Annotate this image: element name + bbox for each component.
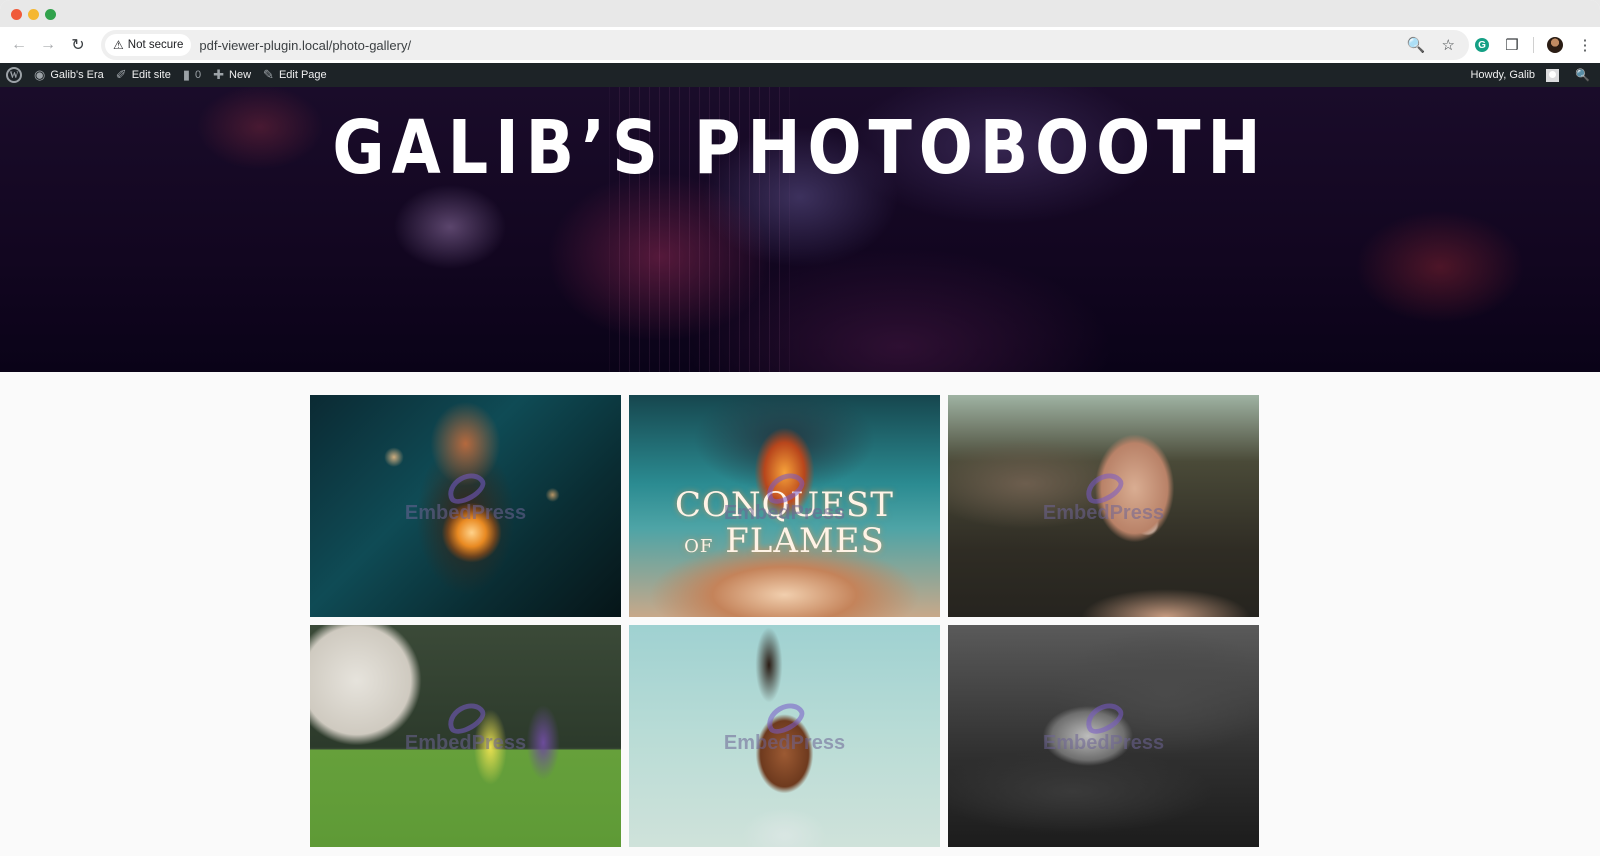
watermark: EmbedPress — [1042, 501, 1165, 524]
puzzle-icon[interactable]: ❒ — [1497, 30, 1527, 60]
forward-button[interactable]: → — [33, 30, 63, 60]
browser-window: ← → ↻ ⚠ Not secure pdf-viewer-plugin.loc… — [0, 0, 1600, 856]
comment-icon: ▮ — [182, 67, 190, 82]
gallery-item[interactable]: CONQUEST OF FLAMES EmbedPress — [629, 395, 940, 617]
warning-icon: ⚠ — [113, 38, 124, 52]
gallery-item[interactable]: EmbedPress — [310, 395, 621, 617]
user-avatar — [1546, 68, 1560, 82]
site-name-menu[interactable]: ◉ Galib's Era — [28, 63, 110, 87]
gallery-item[interactable]: EmbedPress — [948, 625, 1259, 847]
embedpress-logo-icon — [1079, 466, 1128, 510]
embedpress-logo-icon — [441, 466, 490, 510]
grammarly-button[interactable]: G — [1467, 30, 1497, 60]
address-bar[interactable]: ⚠ Not secure pdf-viewer-plugin.local/pho… — [101, 30, 1469, 60]
maximize-window-button[interactable] — [45, 9, 56, 20]
new-content-menu[interactable]: ✚ New — [207, 63, 257, 87]
grammarly-icon: G — [1475, 38, 1489, 52]
minimize-window-button[interactable] — [28, 9, 39, 20]
star-icon[interactable]: ☆ — [1442, 36, 1455, 54]
toolbar-divider — [1533, 37, 1534, 53]
hero-banner: GALIB’S PHOTOBOOTH — [0, 87, 1600, 372]
comments-count: 0 — [195, 69, 202, 81]
security-label: Not secure — [127, 39, 184, 51]
watermark: EmbedPress — [1042, 731, 1165, 754]
search-icon[interactable]: 🔍 — [1565, 68, 1600, 82]
edit-page-link[interactable]: ✎ Edit Page — [257, 63, 333, 87]
comments-link[interactable]: ▮ 0 — [177, 63, 207, 87]
wp-admin-bar: W ◉ Galib's Era ✐ Edit site ▮ 0 ✚ New ✎ Edit … — [0, 63, 1600, 87]
browser-toolbar: ← → ↻ ⚠ Not secure pdf-viewer-plugin.loc… — [0, 27, 1600, 63]
wordpress-icon: W — [6, 67, 22, 83]
watermark: EmbedPress — [404, 731, 527, 754]
arrow-left-icon: ← — [11, 36, 27, 53]
watermark: EmbedPress — [404, 501, 527, 524]
embedpress-logo-icon — [441, 696, 490, 740]
gallery-item[interactable]: EmbedPress — [310, 625, 621, 847]
extensions-area: G ❒ ⋮ — [1467, 30, 1600, 60]
gallery-item[interactable]: EmbedPress — [629, 625, 940, 847]
zoom-out-icon[interactable]: 🔍 — [1407, 36, 1426, 54]
site-name: Galib's Era — [50, 69, 104, 81]
url-text[interactable]: pdf-viewer-plugin.local/photo-gallery/ — [199, 38, 411, 53]
embedpress-logo-icon — [1079, 696, 1128, 740]
wp-logo-menu[interactable]: W — [0, 63, 28, 87]
reload-button[interactable]: ↻ — [63, 30, 93, 60]
security-chip[interactable]: ⚠ Not secure — [105, 34, 192, 56]
dashboard-icon: ◉ — [34, 67, 46, 82]
watermark: EmbedPress — [723, 731, 846, 754]
edit-site-label: Edit site — [131, 69, 171, 81]
photo-gallery: EmbedPress CONQUEST OF FLAMES EmbedPress… — [310, 395, 1260, 847]
close-window-button[interactable] — [11, 9, 22, 20]
profile-button[interactable] — [1540, 30, 1570, 60]
brush-icon: ✐ — [115, 67, 127, 82]
new-label: New — [229, 69, 252, 81]
poster-line-2: FLAMES — [725, 521, 885, 561]
reload-icon: ↻ — [71, 37, 85, 54]
howdy-label: Howdy, Galib — [1470, 69, 1536, 81]
gallery-item[interactable]: EmbedPress — [948, 395, 1259, 617]
back-button[interactable]: ← — [4, 30, 34, 60]
embedpress-logo-icon — [760, 696, 809, 740]
edit-page-label: Edit Page — [278, 69, 327, 81]
pencil-icon: ✎ — [263, 67, 274, 82]
poster-small: OF — [684, 536, 714, 557]
edit-site-link[interactable]: ✐ Edit site — [110, 63, 177, 87]
arrow-right-icon: → — [40, 36, 56, 53]
kebab-menu-icon[interactable]: ⋮ — [1570, 30, 1600, 60]
profile-avatar — [1547, 37, 1563, 53]
title-bar — [0, 0, 1600, 27]
account-menu[interactable]: Howdy, Galib — [1464, 63, 1565, 87]
plus-icon: ✚ — [213, 67, 225, 82]
page-title: GALIB’S PHOTOBOOTH — [332, 105, 1268, 191]
